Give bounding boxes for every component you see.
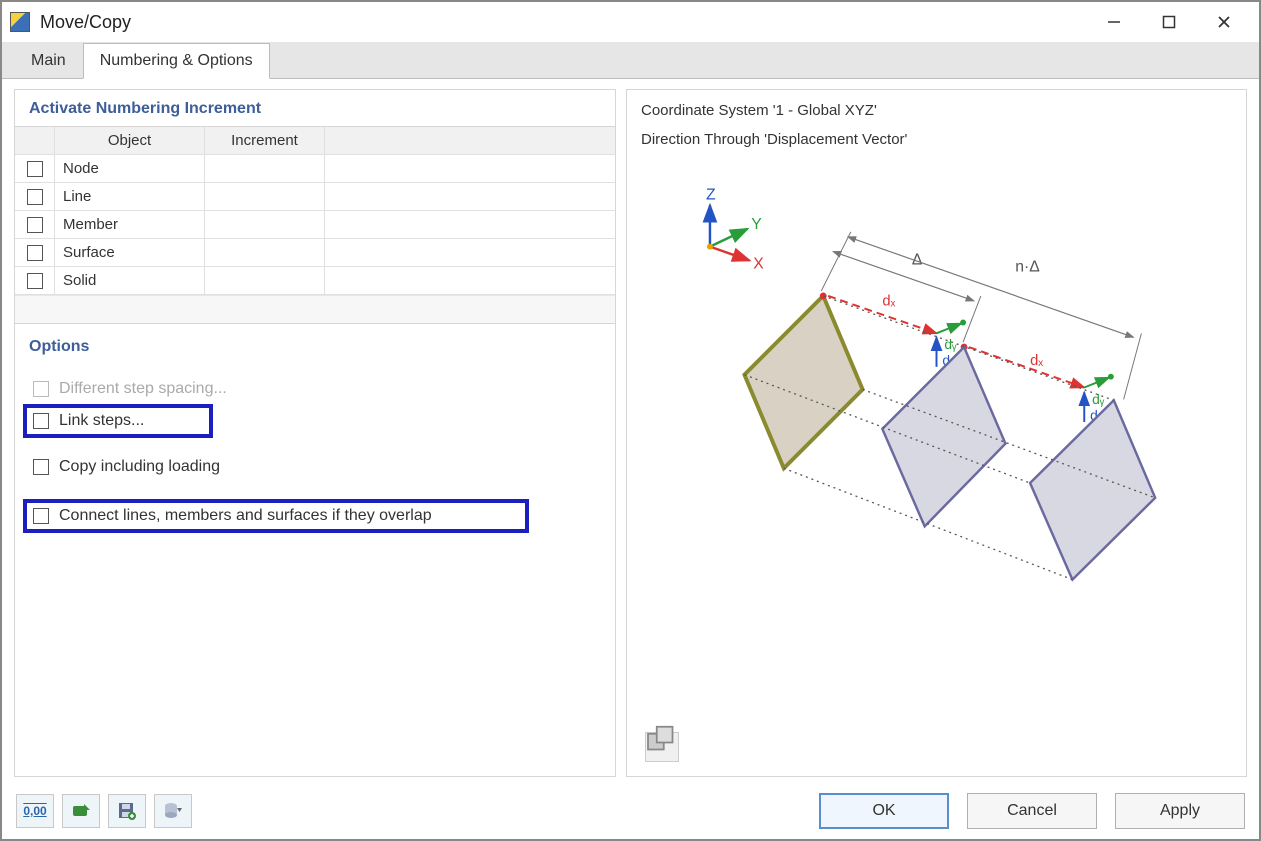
cancel-button[interactable]: Cancel <box>967 793 1097 829</box>
options-title: Options <box>29 338 601 356</box>
table-row: Node <box>15 155 615 183</box>
label-link-steps: Link steps... <box>59 412 144 430</box>
label-connect-overlap: Connect lines, members and surfaces if t… <box>59 507 432 525</box>
row-increment[interactable] <box>205 211 325 238</box>
titlebar: Move/Copy <box>2 2 1259 42</box>
table-row: Member <box>15 211 615 239</box>
save-button[interactable] <box>108 794 146 828</box>
tab-strip: Main Numbering & Options <box>2 42 1259 78</box>
preview-line2: Direction Through 'Displacement Vector' <box>641 129 1232 152</box>
table-row: Line <box>15 183 615 211</box>
apply-button[interactable]: Apply <box>1115 793 1245 829</box>
options-panel: Options Different step spacing... Link s… <box>15 323 615 776</box>
dx-label-2: dₓ <box>1030 353 1043 369</box>
table-blank-row <box>15 295 615 323</box>
units-icon: 0,00 <box>23 804 46 818</box>
dx-label-1: dₓ <box>882 294 895 310</box>
checkbox-different-step <box>33 381 49 397</box>
move-copy-diagram-svg: Z Y X Δ n·Δ <box>641 149 1232 758</box>
app-icon <box>10 12 30 32</box>
row-label: Line <box>55 183 205 210</box>
checkbox-copy-loading[interactable] <box>33 459 49 475</box>
tab-main[interactable]: Main <box>14 43 83 78</box>
option-connect-overlap[interactable]: Connect lines, members and surfaces if t… <box>23 499 529 533</box>
option-copy-loading[interactable]: Copy including loading <box>29 452 601 482</box>
db-button[interactable] <box>154 794 192 828</box>
numbering-table: Object Increment Node Line Member <box>15 126 615 323</box>
checkbox-node[interactable] <box>27 161 43 177</box>
checkbox-solid[interactable] <box>27 273 43 289</box>
checkbox-member[interactable] <box>27 217 43 233</box>
row-increment[interactable] <box>205 239 325 266</box>
table-header: Object Increment <box>15 127 615 155</box>
checkbox-connect-overlap[interactable] <box>33 508 49 524</box>
preview-panel: Coordinate System '1 - Global XYZ' Direc… <box>626 89 1247 777</box>
row-increment[interactable] <box>205 267 325 294</box>
axis-y-label: Y <box>751 216 762 233</box>
close-button[interactable] <box>1196 2 1251 42</box>
row-label: Node <box>55 155 205 182</box>
diagram: Z Y X Δ n·Δ <box>641 157 1232 766</box>
row-label: Surface <box>55 239 205 266</box>
label-different-step: Different step spacing... <box>59 380 227 398</box>
table-row: Surface <box>15 239 615 267</box>
tab-numbering-options[interactable]: Numbering & Options <box>83 43 270 79</box>
window-title: Move/Copy <box>40 12 131 33</box>
maximize-button[interactable] <box>1141 2 1196 42</box>
label-copy-loading: Copy including loading <box>59 458 220 476</box>
table-row: Solid <box>15 267 615 295</box>
content-area: Activate Numbering Increment Object Incr… <box>2 79 1259 783</box>
ndelta-label: n·Δ <box>1015 258 1040 275</box>
option-link-steps[interactable]: Link steps... <box>23 404 213 438</box>
db-icon <box>163 802 183 820</box>
import-button[interactable] <box>62 794 100 828</box>
minimize-button[interactable] <box>1086 2 1141 42</box>
dy-label-2: dᵧ <box>1092 392 1105 407</box>
row-label: Solid <box>55 267 205 294</box>
axis-x-label: X <box>753 255 764 272</box>
numbering-panel-title: Activate Numbering Increment <box>15 90 615 126</box>
checkbox-line[interactable] <box>27 189 43 205</box>
row-label: Member <box>55 211 205 238</box>
checkbox-surface[interactable] <box>27 245 43 261</box>
row-increment[interactable] <box>205 183 325 210</box>
axis-z-label: Z <box>706 186 716 203</box>
save-icon <box>117 802 137 820</box>
option-different-step: Different step spacing... <box>29 374 601 404</box>
left-panel: Activate Numbering Increment Object Incr… <box>14 89 616 777</box>
import-icon <box>71 802 91 820</box>
dy-label-1: dᵧ <box>944 337 957 352</box>
checkbox-link-steps[interactable] <box>33 413 49 429</box>
diagram-tool-button[interactable] <box>645 732 679 762</box>
col-increment: Increment <box>205 127 325 154</box>
preview-line1: Coordinate System '1 - Global XYZ' <box>641 100 1232 123</box>
ok-button[interactable]: OK <box>819 793 949 829</box>
bottom-toolbar: 0,00 OK Cancel Apply <box>2 783 1259 839</box>
col-object: Object <box>55 127 205 154</box>
row-increment[interactable] <box>205 155 325 182</box>
units-button[interactable]: 0,00 <box>16 794 54 828</box>
